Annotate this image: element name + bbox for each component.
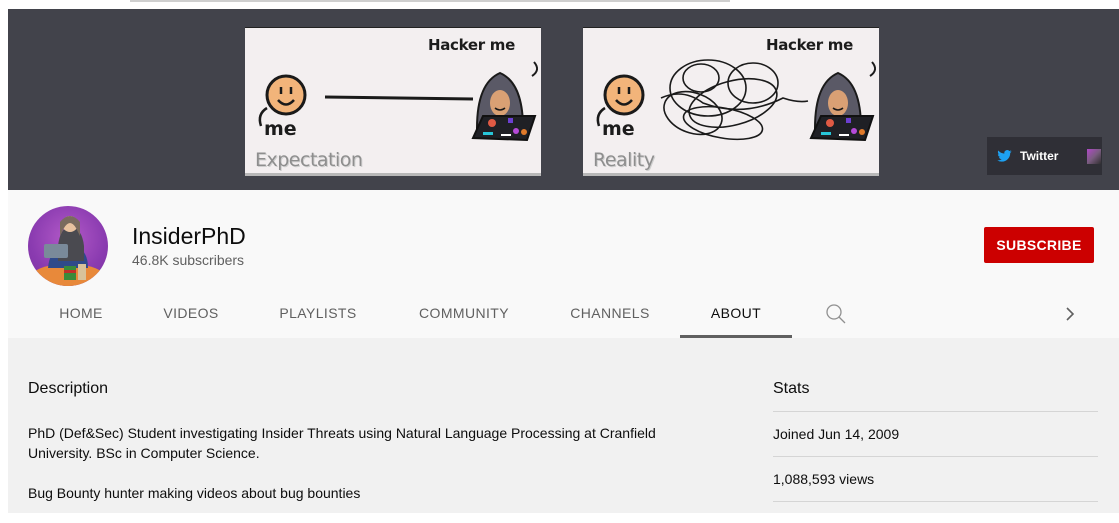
description-paragraph: Bug Bounty hunter making videos about bu… [28,485,361,501]
tab-videos[interactable]: VIDEOS [140,290,242,336]
twitter-link[interactable]: Twitter [987,137,1085,175]
chevron-right-icon[interactable] [1063,305,1077,323]
channel-description: PhD (Def&Sec) Student investigating Insi… [28,423,668,523]
search-icon[interactable] [825,303,847,325]
me-label: me [602,118,635,140]
description-heading: Description [28,380,109,397]
description-paragraph: PhD (Def&Sec) Student investigating Insi… [28,425,656,461]
tab-home[interactable]: HOME [30,290,132,336]
tab-channels[interactable]: CHANNELS [554,290,666,336]
hacker-me-label: Hacker me [765,36,853,54]
channel-tabs: HOME VIDEOS PLAYLISTS COMMUNITY CHANNELS… [8,290,1119,338]
banner-links: Twitter [987,137,1102,175]
hacker-me-label: Hacker me [427,36,515,54]
stat-joined-date: Joined Jun 14, 2009 [773,411,1098,456]
twitter-link-label: Twitter [1020,149,1059,163]
subscribe-button[interactable]: SUBSCRIBE [984,227,1094,263]
banner-panel-reality: Hacker me me Reality [583,28,879,176]
top-bar-edge [130,0,730,2]
subscriber-count: 46.8K subscribers [132,252,245,268]
social-link-thumbnail[interactable] [1087,148,1101,164]
channel-avatar[interactable] [28,206,108,286]
stats-heading: Stats [773,380,810,397]
me-label: me [264,118,297,140]
channel-name: InsiderPhD [132,223,246,249]
tab-about[interactable]: ABOUT [680,290,792,338]
avatar-illustration [32,216,104,286]
stats-list: Joined Jun 14, 2009 1,088,593 views [773,411,1098,502]
tab-playlists[interactable]: PLAYLISTS [262,290,374,336]
channel-banner: Hacker me me Expectation Hacker me me Re… [8,9,1119,190]
stat-total-views: 1,088,593 views [773,456,1098,502]
banner-panel-expectation: Hacker me me Expectation [245,28,541,176]
twitter-icon [997,150,1012,162]
channel-header: InsiderPhD 46.8K subscribers SUBSCRIBE H… [8,190,1119,338]
reality-label: Reality [593,149,655,171]
about-content: Description PhD (Def&Sec) Student invest… [8,338,1119,513]
tab-community[interactable]: COMMUNITY [402,290,526,336]
expectation-label: Expectation [255,149,363,171]
